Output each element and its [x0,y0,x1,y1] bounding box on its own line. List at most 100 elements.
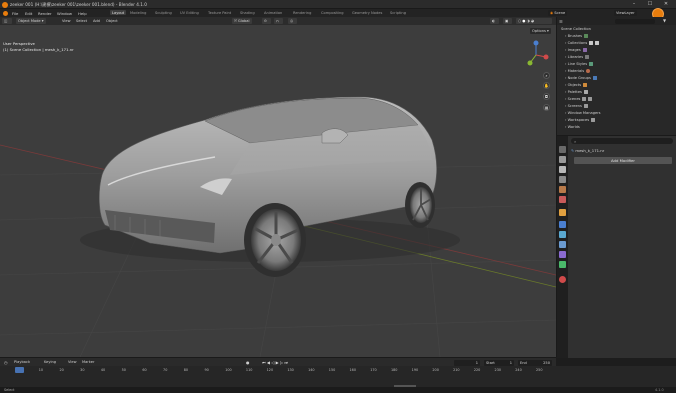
modifier-tab-icon[interactable] [559,221,566,228]
start-frame-field[interactable]: Start 1 [484,359,514,366]
hand-pan-icon[interactable]: ✋ [543,82,550,89]
maximize-button[interactable]: ☐ [644,1,656,8]
jump-end-icon[interactable]: ⏭ [284,360,288,365]
3d-viewport[interactable]: User Perspective (1) Scene Collection | … [0,25,556,357]
tab-modeling[interactable]: Modeling [128,10,148,15]
object-tab-icon[interactable] [559,209,566,216]
current-frame-field[interactable]: 1 [454,359,480,366]
timeline-scrubber[interactable]: 1102030405060708090100110120130140150160… [0,366,676,387]
tl-menu-keying[interactable]: Keying [44,360,56,364]
render-tab-icon[interactable] [559,156,566,163]
tl-menu-marker[interactable]: Marker [82,360,94,364]
tab-animation[interactable]: Animation [262,10,284,15]
clock-icon[interactable]: ◷ [4,360,8,365]
properties-search-input[interactable]: ⌕ [571,138,673,144]
menu-edit[interactable]: Edit [25,11,32,16]
outliner-item-scenes[interactable]: › Scenes [565,97,593,104]
wireframe-shading-icon[interactable]: ○ [518,19,521,23]
scene-selector[interactable]: ◉ Scene [548,10,568,16]
blender-menu-icon[interactable] [3,10,8,16]
shading-buttons[interactable]: ○ ● ◑ ◕ [516,18,552,24]
playback-controls[interactable]: ⏮ ◀ ◁ ▶ ▷ ⏭ [262,360,288,365]
add-modifier-button[interactable]: Add Modifier [574,157,672,164]
timeline-tick-label: 250 [536,368,543,372]
outliner-search-input[interactable] [615,18,655,24]
menu-window[interactable]: Window [57,11,72,16]
menu-help[interactable]: Help [78,11,87,16]
minimize-button[interactable]: – [628,1,640,8]
scene-tab-icon[interactable] [559,186,566,193]
outliner-item-objects[interactable]: › Objects [565,83,588,90]
outliner-item-line-styles[interactable]: › Line Styles [565,62,594,69]
particles-tab-icon[interactable] [559,231,566,238]
navigation-gizmo[interactable] [527,40,549,66]
camera-icon[interactable]: ◘ [543,93,550,100]
physics-tab-icon[interactable] [559,241,566,248]
outliner-item-palettes[interactable]: › Palettes [565,90,588,97]
close-button[interactable]: ✕ [660,1,672,8]
world-tab-icon[interactable] [559,196,566,203]
outliner-item-materials[interactable]: › Materials [565,69,591,76]
mode-selector[interactable]: Object Mode ▾ [16,18,46,24]
snap-button[interactable]: ∩ [274,18,283,24]
vp-menu-view[interactable]: View [62,19,71,23]
car-model[interactable] [80,96,460,277]
outliner-item-images[interactable]: › Images [565,48,587,55]
outliner-item-libraries[interactable]: › Libraries [565,55,590,62]
prev-key-icon[interactable]: ◀ [267,360,270,365]
outliner-item-brushes[interactable]: › Brushes [565,34,589,41]
tab-shading[interactable]: Shading [238,10,257,15]
solid-shading-icon[interactable]: ● [522,19,525,23]
tab-uv-editing[interactable]: UV Editing [178,10,201,15]
object-name-row[interactable]: ✎ mesh_k_171.nr [571,148,604,153]
tab-sculpting[interactable]: Sculpting [153,10,174,15]
tab-scripting[interactable]: Scripting [388,10,408,15]
vp-menu-add[interactable]: Add [93,19,100,23]
outliner-item-screens[interactable]: › Screens [565,104,588,111]
tool-tab-icon[interactable] [559,146,566,153]
tab-texture-paint[interactable]: Texture Paint [206,10,233,15]
material-shading-icon[interactable]: ◑ [527,19,530,23]
record-icon[interactable]: ● [246,360,250,365]
jump-start-icon[interactable]: ⏮ [262,360,266,365]
menu-file[interactable]: File [12,11,18,16]
rendered-shading-icon[interactable]: ◕ [531,19,534,23]
pivot-button[interactable]: ⊙ [262,18,271,24]
tab-compositing[interactable]: Compositing [319,10,346,15]
tab-layout[interactable]: Layout [110,10,127,15]
output-tab-icon[interactable] [559,166,566,173]
material-tab-icon[interactable] [559,276,566,283]
view-layer-selector[interactable]: ViewLayer [614,10,637,16]
grid-perspective-icon[interactable]: ▦ [543,104,550,111]
outliner-editor-icon[interactable]: ☰ [559,19,563,24]
vp-menu-object[interactable]: Object [106,19,118,23]
tab-geometry-nodes[interactable]: Geometry Nodes [350,10,384,15]
filter-icon[interactable]: ▼ [663,18,666,23]
tl-menu-view[interactable]: View [68,360,77,364]
vp-menu-select[interactable]: Select [76,19,87,23]
outliner-item-worlds[interactable]: › Worlds [565,125,580,132]
outliner-item-collections[interactable]: › Collections [565,41,600,48]
editor-type-button[interactable]: ◫ [2,18,12,24]
end-frame-field[interactable]: End 250 [518,359,552,366]
view-layer-tab-icon[interactable] [559,176,566,183]
transform-orientation[interactable]: ⤧ Global [232,18,252,24]
outliner-item-workspaces[interactable]: › Workspaces [565,118,596,125]
tl-menu-playback[interactable]: Playback [14,360,30,364]
next-key-icon[interactable]: ▷ [280,360,283,365]
overlay-button[interactable]: ◐ [490,18,499,24]
playhead[interactable] [15,367,24,373]
menu-render[interactable]: Render [38,11,52,16]
outliner-item-scene-collection[interactable]: Scene Collection [561,27,591,34]
constraints-tab-icon[interactable] [559,251,566,258]
proportional-edit-button[interactable]: ◎ [288,18,297,24]
xray-button[interactable]: ▣ [503,18,512,24]
play-icon[interactable]: ▶ [276,360,279,365]
play-reverse-icon[interactable]: ◁ [271,360,274,365]
options-button[interactable]: Options ▾ [530,28,551,34]
zoom-icon[interactable]: ⌕ [543,72,550,79]
outliner-item-window-managers[interactable]: › Window Managers [565,111,601,118]
outliner-item-node-groups[interactable]: › Node Groups [565,76,597,83]
data-tab-icon[interactable] [559,261,566,268]
tab-rendering[interactable]: Rendering [291,10,313,15]
